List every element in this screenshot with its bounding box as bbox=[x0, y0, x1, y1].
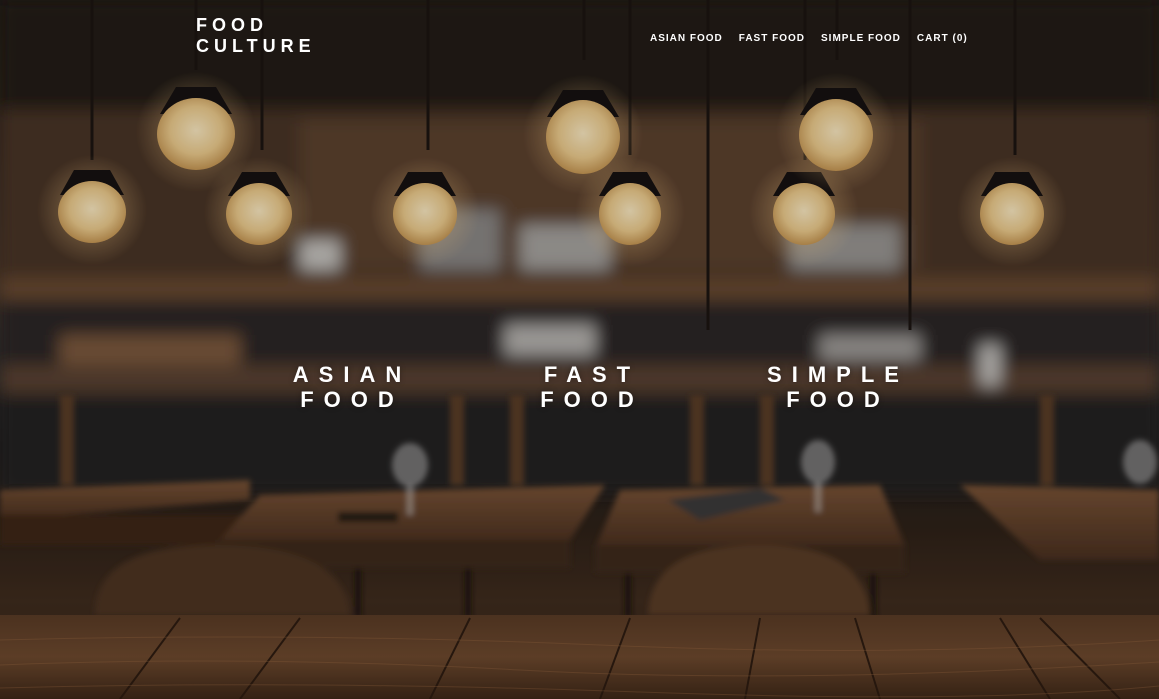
category-simple-line-1: SIMPLE bbox=[767, 362, 909, 387]
nav-asian-food-link[interactable]: ASIAN FOOD bbox=[650, 33, 723, 44]
restaurant-background-image bbox=[0, 0, 1159, 699]
brand-line-2: CULTURE bbox=[196, 36, 316, 56]
category-simple-food[interactable]: SIMPLE FOOD bbox=[718, 362, 958, 412]
category-simple-line-2: FOOD bbox=[786, 387, 890, 412]
cart-label: CART bbox=[916, 33, 949, 44]
hero-section: FOOD CULTURE ASIAN FOOD FAST FOOD SIMPLE… bbox=[0, 0, 1159, 699]
category-fast-food[interactable]: FAST FOOD bbox=[472, 362, 712, 412]
nav-cart-link[interactable]: CART 0 bbox=[917, 33, 968, 44]
nav-fast-food-link[interactable]: FAST FOOD bbox=[739, 33, 805, 44]
brand-line-1: FOOD bbox=[196, 15, 268, 35]
category-fast-line-2: FOOD bbox=[540, 387, 644, 412]
cart-count: 0 bbox=[952, 33, 967, 44]
brand-logo[interactable]: FOOD CULTURE bbox=[196, 15, 316, 57]
category-asian-line-2: FOOD bbox=[300, 387, 404, 412]
main-nav: ASIAN FOOD FAST FOOD SIMPLE FOOD CART 0 bbox=[650, 33, 968, 44]
category-fast-line-1: FAST bbox=[543, 362, 641, 387]
category-asian-food[interactable]: ASIAN FOOD bbox=[232, 362, 472, 412]
category-asian-line-1: ASIAN bbox=[292, 362, 412, 387]
nav-simple-food-link[interactable]: SIMPLE FOOD bbox=[821, 33, 901, 44]
